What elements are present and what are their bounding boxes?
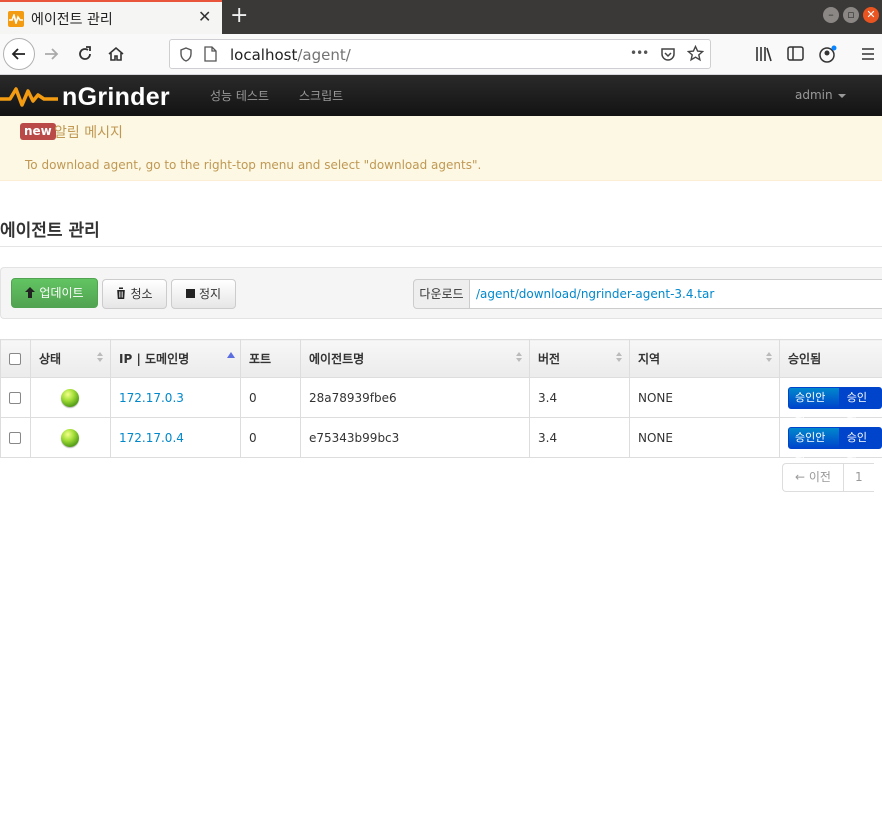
- approval-toggle: 승인안됨 승인됨: [788, 426, 882, 464]
- agent-ip-link[interactable]: 172.17.0.3: [119, 391, 184, 405]
- minimize-window-icon[interactable]: –: [823, 7, 839, 23]
- bookmark-star-icon[interactable]: [687, 45, 704, 62]
- unapprove-button[interactable]: 승인안됨: [788, 386, 840, 424]
- column-status[interactable]: 상태: [30, 339, 111, 378]
- shield-icon[interactable]: [179, 47, 193, 62]
- pulse-logo-icon: [0, 87, 58, 107]
- row-select-cell: [0, 417, 31, 458]
- menu-icon[interactable]: [861, 47, 875, 61]
- port-cell: 0: [240, 377, 301, 418]
- pocket-icon[interactable]: [660, 46, 676, 62]
- status-ready-icon: [61, 428, 79, 447]
- toolbar: 업데이트 청소 정지 다운로드 /agent/download/ngrinder…: [0, 267, 882, 319]
- prev-page-button[interactable]: ← 이전: [783, 464, 843, 491]
- column-approved: 승인됨: [779, 339, 882, 378]
- approve-button[interactable]: 승인됨: [839, 426, 882, 464]
- clean-button[interactable]: 청소: [102, 279, 167, 309]
- region-cell: NONE: [629, 377, 780, 418]
- tab-close-icon[interactable]: ✕: [198, 8, 211, 26]
- maximize-window-icon[interactable]: ▫: [843, 7, 859, 23]
- status-ready-icon: [61, 388, 79, 407]
- ip-cell: 172.17.0.4: [110, 417, 241, 458]
- table-header: 상태 IP | 도메인명 포트 에이전트명 버전 지역 승인됨: [0, 339, 882, 378]
- alert-text: To download agent, go to the right-top m…: [25, 158, 482, 172]
- page-title: 에이전트 관리: [0, 221, 100, 241]
- alert-title: 알림 메시지: [54, 125, 123, 141]
- url-text[interactable]: localhost/agent/: [230, 46, 351, 64]
- select-all-cell: [0, 339, 31, 378]
- version-cell: 3.4: [529, 417, 630, 458]
- new-tab-icon[interactable]: +: [230, 4, 248, 28]
- version-cell: 3.4: [529, 377, 630, 418]
- alert-message: new 알림 메시지 To download agent, go to the …: [0, 116, 882, 181]
- approval-toggle: 승인안됨 승인됨: [788, 386, 882, 424]
- row-checkbox[interactable]: [9, 432, 21, 444]
- status-cell: [30, 417, 111, 458]
- port-cell: 0: [240, 417, 301, 458]
- library-icon[interactable]: [755, 46, 773, 62]
- user-menu[interactable]: admin: [795, 88, 846, 102]
- arrow-up-icon: [25, 287, 36, 298]
- status-cell: [30, 377, 111, 418]
- url-bar[interactable]: localhost/agent/ •••: [169, 39, 711, 69]
- title-divider: [0, 246, 882, 247]
- ip-cell: 172.17.0.3: [110, 377, 241, 418]
- sort-icon: [616, 352, 623, 364]
- column-port: 포트: [240, 339, 301, 378]
- agent-ip-link[interactable]: 172.17.0.4: [119, 431, 184, 445]
- page-number-1[interactable]: 1: [842, 464, 874, 491]
- column-agent-name[interactable]: 에이전트명: [300, 339, 530, 378]
- reload-icon[interactable]: [76, 45, 94, 63]
- nav-performance-test[interactable]: 성능 테스트: [210, 87, 269, 104]
- back-button[interactable]: [3, 38, 35, 70]
- sort-asc-icon: [227, 352, 235, 360]
- page-info-icon[interactable]: [204, 46, 217, 62]
- tab-title: 에이전트 관리: [31, 12, 113, 28]
- brand-name: nGrinder: [62, 83, 170, 111]
- account-icon[interactable]: [819, 45, 837, 63]
- column-version[interactable]: 버전: [529, 339, 630, 378]
- ngrinder-favicon-icon: [8, 11, 24, 27]
- stop-button[interactable]: 정지: [171, 279, 236, 309]
- sort-icon: [97, 352, 104, 364]
- table-row: 172.17.0.3 0 28a78939fbe6 3.4 NONE 승인안됨 승…: [0, 377, 882, 424]
- caret-down-icon: [837, 93, 846, 98]
- sort-icon: [516, 352, 523, 364]
- user-name: admin: [795, 88, 833, 102]
- download-agent-link[interactable]: /agent/download/ngrinder-agent-3.4.tar: [469, 279, 882, 309]
- agent-name-cell: e75343b99bc3: [300, 417, 530, 458]
- forward-arrow-icon[interactable]: [43, 45, 61, 63]
- close-window-icon[interactable]: ✕: [863, 7, 879, 23]
- browser-nav-bar: localhost/agent/ •••: [0, 34, 882, 75]
- back-arrow-icon: [11, 48, 25, 60]
- browser-tab-bar: 에이전트 관리 ✕ + – ▫ ✕: [0, 0, 882, 34]
- column-region[interactable]: 지역: [629, 339, 780, 378]
- column-ip[interactable]: IP | 도메인명: [110, 339, 241, 378]
- download-label: 다운로드: [413, 279, 470, 309]
- row-select-cell: [0, 377, 31, 418]
- pagination: ← 이전 1: [782, 463, 874, 492]
- agent-table: 상태 IP | 도메인명 포트 에이전트명 버전 지역 승인됨 172.17.0…: [0, 339, 882, 464]
- new-badge: new: [20, 123, 56, 140]
- home-icon[interactable]: [107, 45, 125, 63]
- stop-icon: [185, 289, 195, 298]
- trash-icon: [116, 287, 127, 299]
- approve-button[interactable]: 승인됨: [839, 386, 882, 424]
- sort-icon: [766, 352, 773, 364]
- nav-script[interactable]: 스크립트: [299, 87, 343, 104]
- unapprove-button[interactable]: 승인안됨: [788, 426, 840, 464]
- update-button[interactable]: 업데이트: [11, 278, 98, 308]
- browser-tab[interactable]: 에이전트 관리 ✕: [0, 0, 222, 34]
- page-actions-icon[interactable]: •••: [630, 46, 649, 60]
- approval-cell: 승인안됨 승인됨: [779, 377, 882, 424]
- table-row: 172.17.0.4 0 e75343b99bc3 3.4 NONE 승인안됨 승…: [0, 417, 882, 464]
- download-group: 다운로드 /agent/download/ngrinder-agent-3.4.…: [413, 279, 882, 309]
- agent-name-cell: 28a78939fbe6: [300, 377, 530, 418]
- sidebar-icon[interactable]: [787, 46, 804, 61]
- region-cell: NONE: [629, 417, 780, 458]
- select-all-checkbox[interactable]: [9, 353, 21, 365]
- row-checkbox[interactable]: [9, 392, 21, 404]
- app-navbar: nGrinder 성능 테스트 스크립트 admin: [0, 75, 882, 116]
